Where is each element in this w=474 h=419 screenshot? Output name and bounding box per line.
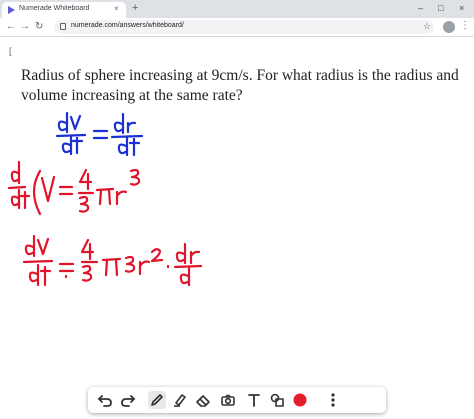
shape-icon[interactable] — [268, 391, 286, 409]
redo-icon[interactable] — [119, 391, 137, 409]
blue-ink-equation — [55, 111, 144, 157]
more-icon[interactable] — [324, 391, 342, 409]
red-ink-derivative — [7, 160, 141, 216]
eraser-icon[interactable] — [194, 391, 212, 409]
red-ink-result — [22, 234, 203, 287]
text-icon[interactable] — [245, 391, 263, 409]
pen-icon[interactable] — [148, 391, 166, 409]
color-red-swatch[interactable] — [291, 391, 309, 409]
whiteboard-toolbar — [88, 387, 386, 413]
undo-icon[interactable] — [96, 391, 114, 409]
whiteboard-canvas[interactable] — [0, 0, 474, 419]
camera-icon[interactable] — [219, 391, 237, 409]
highlighter-icon[interactable] — [171, 391, 189, 409]
